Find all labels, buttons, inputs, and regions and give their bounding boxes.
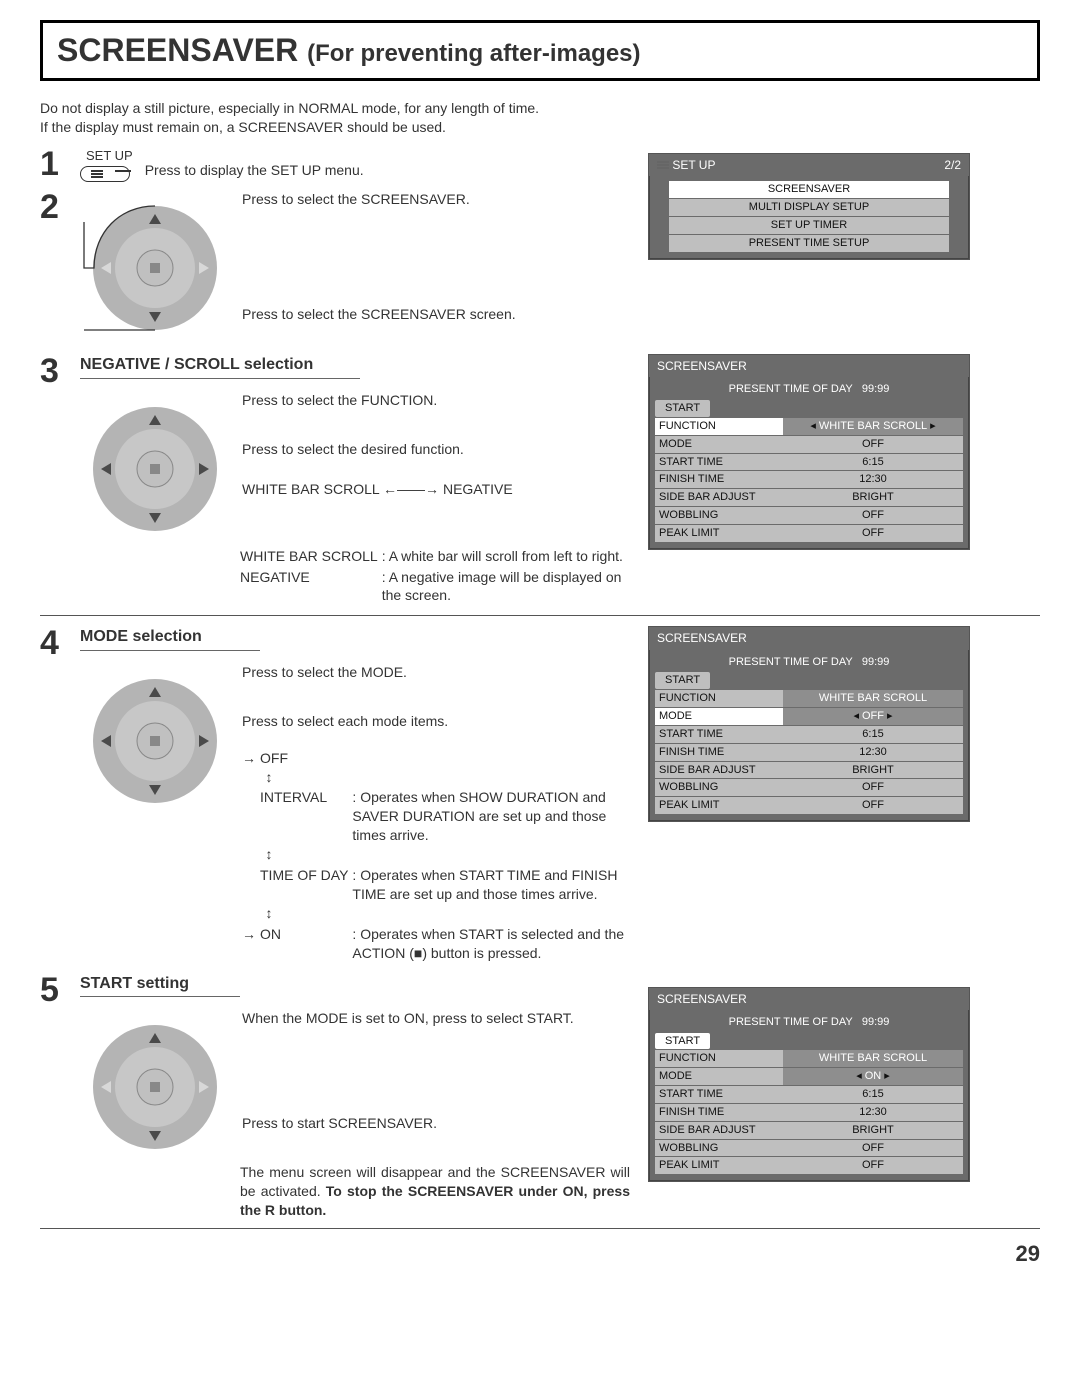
dpad-illustration — [80, 1009, 230, 1159]
step-1-number: 1 — [40, 147, 80, 181]
step-3-number: 3 — [40, 354, 80, 388]
setup-button-label: SET UP — [80, 147, 133, 165]
osd-setup-menu: SET UP 2/2 SCREENSAVER MULTI DISPLAY SET… — [648, 153, 970, 260]
osd-setup-title: SET UP — [672, 158, 715, 172]
osd-screensaver-3: SCREENSAVER PRESENT TIME OF DAY 99:99 ST… — [648, 987, 970, 1183]
divider — [40, 615, 1040, 616]
step-1-text: Press to display the SET UP menu. — [145, 161, 630, 180]
hamburger-icon — [657, 160, 669, 170]
osd-start-pill: START — [655, 1033, 710, 1050]
step-3-line-a: Press to select the FUNCTION. — [242, 391, 630, 410]
step-5-heading: START setting — [80, 973, 240, 998]
title-main: SCREENSAVER — [57, 32, 298, 68]
mode-cycle-table: →OFF ↕ INTERVAL: Operates when SHOW DURA… — [242, 749, 630, 965]
intro-line-2: If the display must remain on, a SCREENS… — [40, 118, 1040, 137]
step-5-number: 5 — [40, 973, 80, 1007]
dpad-illustration — [80, 663, 230, 813]
dpad-illustration — [80, 190, 230, 340]
divider — [40, 1228, 1040, 1229]
osd-setup-page: 2/2 — [944, 157, 961, 173]
page-title: SCREENSAVER (For preventing after-images… — [57, 29, 1023, 72]
step-4-line-a: Press to select the MODE. — [242, 663, 630, 682]
step-3-heading: NEGATIVE / SCROLL selection — [80, 354, 360, 379]
osd-screensaver-2: SCREENSAVER PRESENT TIME OF DAY 99:99 ST… — [648, 626, 970, 822]
step-5-tail: The menu screen will disappear and the S… — [240, 1163, 630, 1220]
step-2-text-top: Press to select the SCREENSAVER. — [242, 190, 630, 209]
osd-start-pill: START — [655, 400, 710, 417]
page-title-box: SCREENSAVER (For preventing after-images… — [40, 20, 1040, 81]
osd-setup-item-1: MULTI DISPLAY SETUP — [669, 199, 949, 216]
hamburger-icon — [91, 169, 103, 179]
step-4-heading: MODE selection — [80, 626, 260, 651]
step-4-line-b: Press to select each mode items. — [242, 712, 630, 731]
osd-setup-item-2: SET UP TIMER — [669, 217, 949, 234]
osd-screensaver-1: SCREENSAVER PRESENT TIME OF DAY 99:99 ST… — [648, 354, 970, 550]
title-sub: (For preventing after-images) — [307, 40, 640, 67]
setup-button-illustration: SET UP — [80, 147, 133, 182]
step-2-text-bottom: Press to select the SCREENSAVER screen. — [242, 305, 630, 324]
step-4-number: 4 — [40, 626, 80, 660]
dpad-illustration — [80, 391, 230, 541]
osd-start-pill: START — [655, 672, 710, 689]
step-5-line-b: Press to start SCREENSAVER. — [242, 1114, 630, 1133]
intro-text: Do not display a still picture, especial… — [40, 99, 1040, 137]
step-5-line-a: When the MODE is set to ON, press to sel… — [242, 1009, 630, 1028]
page-number: 29 — [40, 1239, 1040, 1269]
function-toggle-line: WHITE BAR SCROLL ←――→ NEGATIVE — [242, 480, 630, 499]
osd-setup-item-3: PRESENT TIME SETUP — [669, 235, 949, 252]
osd-setup-item-0: SCREENSAVER — [669, 181, 949, 198]
step-2-number: 2 — [40, 190, 80, 224]
intro-line-1: Do not display a still picture, especial… — [40, 99, 1040, 118]
step-3-line-b: Press to select the desired function. — [242, 440, 630, 459]
function-definitions: WHITE BAR SCROLL: A white bar will scrol… — [240, 547, 630, 608]
